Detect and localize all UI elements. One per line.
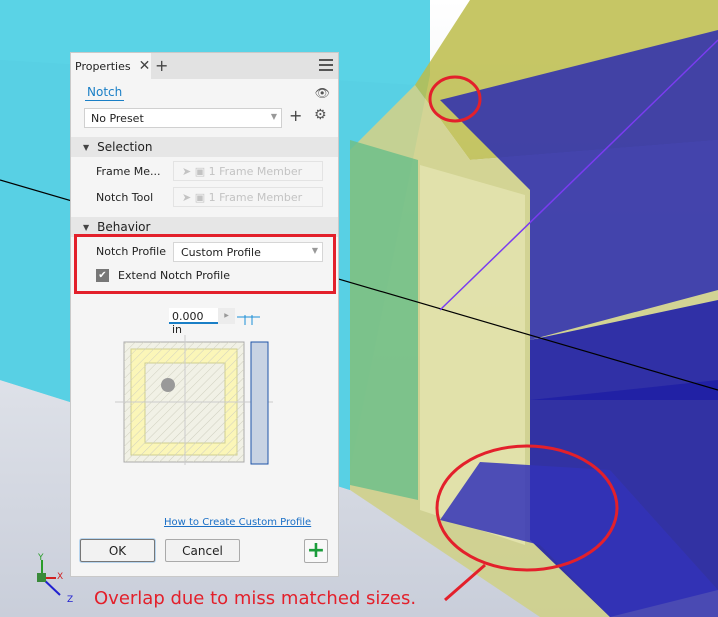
panel-tab-bar: Properties ✕ + [71, 53, 338, 79]
frame-member-selector[interactable]: ➤ ▣ 1 Frame Member [173, 161, 323, 181]
notch-tool-label: Notch Tool [96, 191, 154, 204]
section-label: Behavior [97, 220, 151, 234]
profile-user-icon [161, 378, 175, 392]
frame-member-label: Frame Me... [96, 165, 161, 178]
apply-plus-button[interactable]: + [304, 539, 328, 563]
ok-button[interactable]: OK [80, 539, 155, 562]
profile-diagram [115, 315, 273, 465]
add-preset-icon[interactable]: + [289, 106, 302, 125]
tab-label: Properties [75, 59, 131, 73]
add-tab-icon[interactable]: + [155, 56, 168, 75]
feature-title[interactable]: Notch [85, 85, 125, 101]
help-link[interactable]: How to Create Custom Profile [164, 517, 311, 528]
tab-properties[interactable]: Properties ✕ [71, 53, 151, 79]
svg-text:X: X [57, 572, 63, 582]
cancel-button[interactable]: Cancel [165, 539, 240, 562]
gear-icon[interactable]: ⚙ [314, 107, 327, 123]
annotation-text: Overlap due to miss matched sizes. [94, 588, 417, 609]
cursor-icon: ➤ ▣ [182, 165, 209, 178]
section-label: Selection [97, 140, 153, 154]
close-icon[interactable]: ✕ [139, 58, 151, 74]
preset-dropdown[interactable]: No Preset ▼ [84, 108, 282, 128]
cursor-icon: ➤ ▣ [182, 191, 209, 204]
svg-text:Y: Y [37, 553, 44, 563]
chevron-down-icon: ▼ [270, 112, 277, 121]
svg-text:Z: Z [67, 595, 73, 605]
selector-value: 1 Frame Member [208, 165, 303, 178]
collapse-triangle-icon: ▼ [83, 222, 90, 232]
selector-value: 1 Frame Member [208, 191, 303, 204]
section-selection[interactable]: ▼ Selection [71, 137, 338, 157]
collapse-triangle-icon: ▼ [83, 142, 90, 152]
properties-panel: Properties ✕ + Notch 👁 No Preset ▼ + ⚙ ▼… [70, 52, 339, 577]
highlight-box [74, 234, 336, 294]
preset-value: No Preset [91, 112, 144, 125]
eye-icon[interactable]: 👁 [315, 86, 330, 100]
hamburger-menu-icon[interactable] [319, 59, 333, 74]
green-plate [350, 140, 418, 500]
notch-tool-selector[interactable]: ➤ ▣ 1 Frame Member [173, 187, 323, 207]
